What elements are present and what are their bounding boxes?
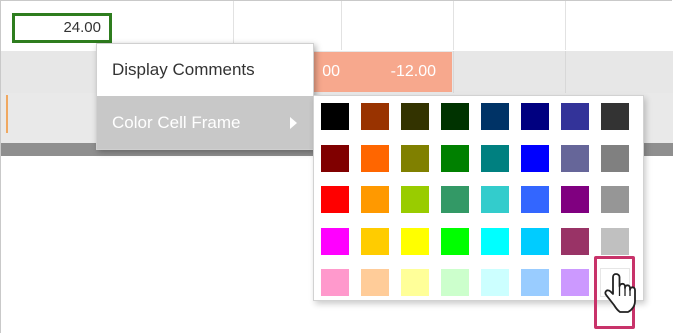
color-swatch[interactable] (481, 144, 509, 172)
color-swatch[interactable] (401, 227, 429, 255)
color-swatch[interactable] (561, 269, 589, 296)
color-swatch[interactable] (481, 269, 509, 296)
cell-edge-marker (6, 95, 8, 133)
selected-cell[interactable]: 24.00 (12, 13, 112, 43)
color-swatch[interactable] (321, 103, 349, 130)
color-swatch[interactable] (401, 269, 429, 296)
color-swatch[interactable] (321, 227, 349, 255)
highlighted-cell-partial[interactable]: 00 (311, 52, 340, 92)
color-swatch[interactable] (601, 103, 629, 130)
color-swatch[interactable] (601, 186, 629, 213)
grid-line (341, 1, 342, 50)
color-swatch[interactable] (521, 269, 549, 296)
color-swatch[interactable] (521, 186, 549, 213)
menu-item-display-comments[interactable]: Display Comments (97, 44, 313, 96)
color-swatch[interactable] (361, 227, 389, 255)
color-swatch[interactable] (361, 103, 389, 130)
color-swatch[interactable] (561, 227, 589, 255)
color-swatch[interactable] (561, 186, 589, 213)
color-swatch[interactable] (561, 144, 589, 172)
color-swatch[interactable] (601, 227, 629, 255)
grid-line (453, 1, 454, 50)
color-swatch[interactable] (441, 227, 469, 255)
color-swatch[interactable] (441, 103, 469, 130)
color-swatch[interactable] (401, 103, 429, 130)
grid-line (453, 51, 454, 93)
color-swatch[interactable] (441, 144, 469, 172)
menu-item-color-cell-frame[interactable]: Color Cell Frame (97, 96, 313, 149)
color-swatch[interactable] (481, 227, 509, 255)
color-swatch[interactable] (561, 103, 589, 130)
color-swatch[interactable] (361, 186, 389, 213)
color-swatch[interactable] (321, 144, 349, 172)
color-swatch[interactable] (321, 269, 349, 296)
color-swatch[interactable] (361, 269, 389, 296)
color-swatch[interactable] (521, 103, 549, 130)
color-swatch[interactable] (521, 227, 549, 255)
color-swatch[interactable] (321, 186, 349, 213)
color-swatch[interactable] (401, 186, 429, 213)
negative-value-cell[interactable]: -12.00 (340, 52, 452, 92)
color-swatch[interactable] (481, 186, 509, 213)
menu-item-label: Color Cell Frame (112, 113, 241, 132)
grid-line (565, 1, 566, 50)
color-swatch[interactable] (361, 144, 389, 172)
hand-pointer-icon (604, 273, 636, 313)
context-menu: Display Comments Color Cell Frame (96, 43, 314, 150)
chevron-right-icon (290, 117, 297, 129)
grid-line (565, 51, 566, 93)
color-swatch[interactable] (601, 144, 629, 172)
color-swatch[interactable] (441, 186, 469, 213)
color-swatch[interactable] (441, 269, 469, 296)
color-swatch[interactable] (521, 144, 549, 172)
color-swatch[interactable] (401, 144, 429, 172)
color-swatch[interactable] (481, 103, 509, 130)
